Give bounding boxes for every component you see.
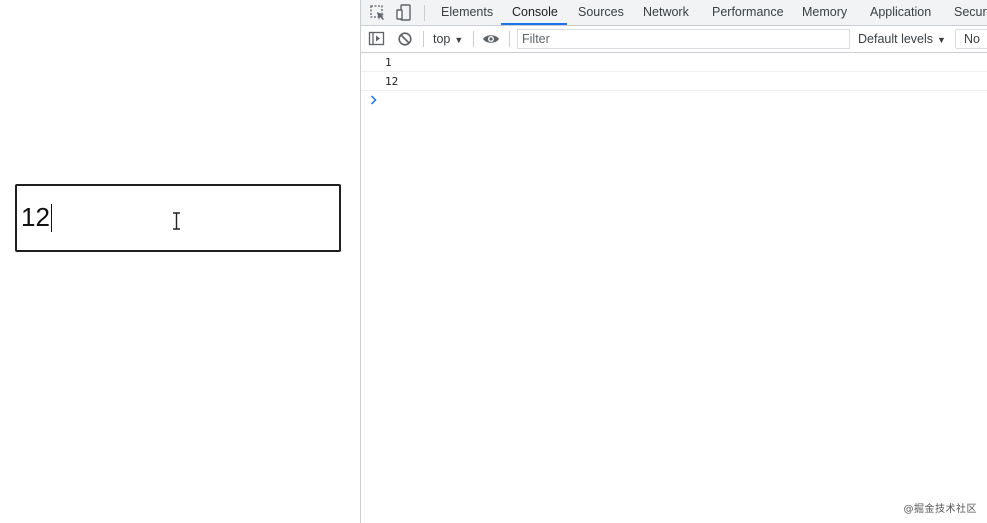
watermark: @掘金技术社区 bbox=[903, 504, 977, 515]
toolbar-separator bbox=[473, 31, 474, 47]
context-selector[interactable]: top ▼ bbox=[433, 26, 463, 52]
tab-sources[interactable]: Sources bbox=[578, 0, 624, 25]
tab-elements[interactable]: Elements bbox=[441, 0, 493, 25]
devtools-panel: Elements Console Sources Network Perform… bbox=[361, 0, 987, 523]
console-log-line: 12 bbox=[361, 72, 987, 91]
overflow-button[interactable]: No bbox=[955, 29, 987, 49]
text-input-value: 12 bbox=[21, 202, 52, 232]
context-label: top bbox=[433, 32, 451, 46]
log-levels-label: Default levels bbox=[858, 32, 934, 46]
tab-security[interactable]: Securi bbox=[954, 0, 987, 25]
tab-console[interactable]: Console bbox=[512, 0, 558, 25]
tabbar-separator bbox=[424, 5, 425, 21]
inspect-element-icon[interactable] bbox=[369, 4, 387, 22]
text-caret bbox=[50, 204, 52, 232]
ibeam-cursor-icon bbox=[173, 212, 180, 230]
page-viewport: 12 bbox=[0, 0, 360, 523]
active-tab-indicator bbox=[501, 23, 567, 25]
console-toolbar: top▼ Default levels▼ No bbox=[361, 26, 987, 53]
device-toolbar-icon[interactable] bbox=[395, 4, 413, 22]
tab-performance[interactable]: Performance bbox=[712, 0, 784, 25]
console-log-line: 1 bbox=[361, 53, 987, 72]
clear-console-icon[interactable] bbox=[396, 31, 414, 47]
console-prompt[interactable] bbox=[361, 91, 987, 110]
tab-memory[interactable]: Memory bbox=[802, 0, 847, 25]
toolbar-separator bbox=[509, 31, 510, 47]
log-levels-dropdown[interactable]: Default levels ▼ bbox=[858, 26, 946, 52]
devtools-tabbar: Elements Console Sources Network Perform… bbox=[361, 0, 987, 26]
console-output: 1 12 bbox=[361, 53, 987, 110]
tab-network[interactable]: Network bbox=[643, 0, 689, 25]
tab-application[interactable]: Application bbox=[870, 0, 931, 25]
toolbar-separator bbox=[423, 31, 424, 47]
eye-icon[interactable] bbox=[482, 31, 500, 47]
sidebar-toggle-icon[interactable] bbox=[368, 31, 386, 47]
prompt-chevron-icon bbox=[370, 95, 377, 105]
chevron-down-icon: ▼ bbox=[937, 35, 946, 45]
filter-input[interactable] bbox=[517, 29, 850, 49]
chevron-down-icon: ▼ bbox=[454, 35, 464, 45]
